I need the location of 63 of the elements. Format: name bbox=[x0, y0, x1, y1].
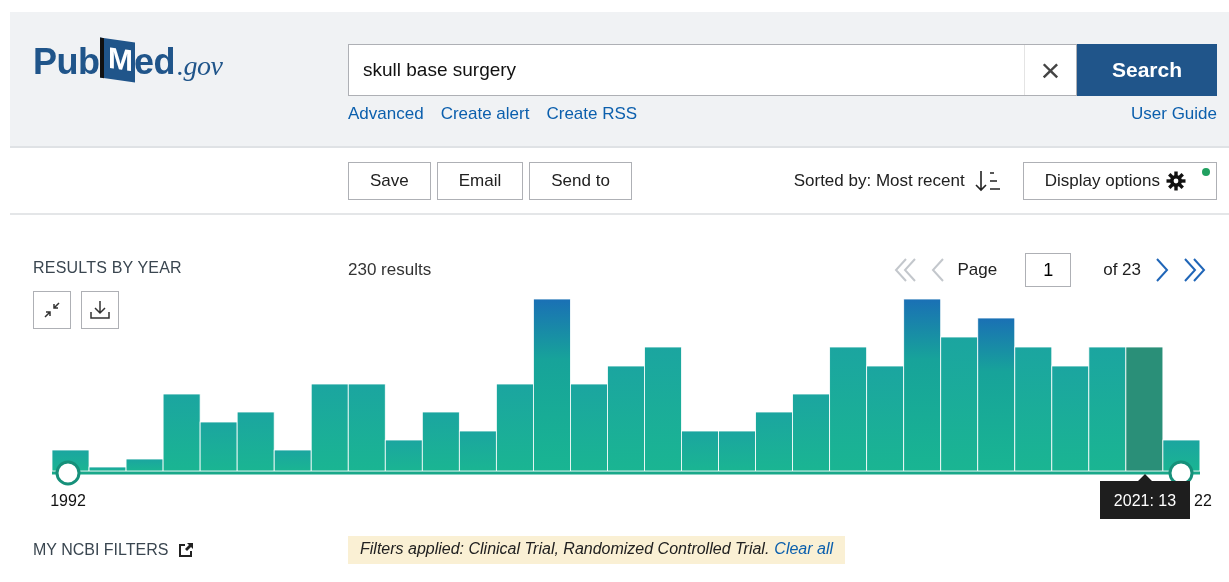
action-button[interactable]: Send to bbox=[529, 161, 632, 200]
display-options-button[interactable]: Display options bbox=[1022, 161, 1217, 200]
histogram-bar[interactable] bbox=[310, 383, 349, 472]
histogram-bar[interactable] bbox=[718, 430, 756, 472]
histogram-bar[interactable] bbox=[236, 411, 275, 472]
collapse-icon bbox=[42, 300, 62, 320]
histogram-bar[interactable] bbox=[903, 298, 942, 472]
histogram-bar[interactable] bbox=[570, 383, 608, 472]
slider-handle[interactable] bbox=[55, 460, 81, 486]
sort-icon[interactable] bbox=[974, 168, 1001, 193]
next-page-icon[interactable] bbox=[1155, 257, 1169, 283]
section-heading: MY NCBI FILTERS bbox=[33, 541, 169, 559]
histogram-bar[interactable] bbox=[273, 449, 312, 472]
action-button[interactable]: Email bbox=[436, 161, 524, 200]
user-guide-link[interactable]: User Guide bbox=[1131, 104, 1217, 124]
header-link[interactable]: Advanced bbox=[348, 104, 424, 124]
histogram-bar[interactable] bbox=[533, 298, 571, 472]
header-link[interactable]: Create RSS bbox=[546, 104, 638, 124]
filters-note: Filters applied: Clinical Trial, Randomized Controlled Trial. bbox=[360, 540, 770, 558]
histogram-bar[interactable] bbox=[1051, 365, 1090, 472]
action-button[interactable]: Save bbox=[348, 161, 431, 200]
histogram-bar[interactable] bbox=[755, 411, 793, 472]
histogram-bar[interactable] bbox=[125, 458, 164, 472]
external-link-icon[interactable] bbox=[178, 542, 195, 558]
search-button[interactable]: Search bbox=[1077, 44, 1217, 96]
histogram-bar[interactable] bbox=[607, 365, 645, 472]
histogram-bar[interactable] bbox=[384, 439, 423, 472]
histogram-bar[interactable] bbox=[866, 365, 905, 472]
histogram-bar[interactable] bbox=[977, 317, 1016, 472]
histogram-bar[interactable] bbox=[458, 430, 497, 472]
page-label: Page bbox=[957, 260, 998, 280]
gear-icon bbox=[1166, 170, 1186, 191]
histogram-bar[interactable] bbox=[681, 430, 719, 472]
results-count: 230 results bbox=[348, 260, 432, 280]
collapse-button[interactable] bbox=[33, 291, 71, 329]
page-input[interactable]: 1 bbox=[1025, 253, 1072, 287]
year-label: 22 bbox=[1194, 492, 1212, 509]
sort-label[interactable]: Sorted by: Most recent bbox=[793, 170, 965, 191]
histogram-bar[interactable] bbox=[1125, 346, 1164, 472]
clear-all-link[interactable]: Clear all bbox=[774, 540, 834, 558]
tooltip: 2021: 13 bbox=[1100, 474, 1190, 519]
histogram-bar[interactable] bbox=[792, 393, 831, 472]
pubmed-logo[interactable]: Pub M ed.gov bbox=[33, 40, 223, 80]
last-page-icon[interactable] bbox=[1183, 257, 1207, 283]
download-button[interactable] bbox=[81, 291, 119, 329]
histogram-bar[interactable] bbox=[829, 346, 868, 472]
histogram-bar[interactable] bbox=[88, 466, 127, 472]
section-heading: RESULTS BY YEAR bbox=[33, 259, 183, 278]
histogram-bar[interactable] bbox=[1088, 346, 1127, 472]
histogram-bar[interactable] bbox=[162, 393, 201, 472]
histogram-bar[interactable] bbox=[347, 383, 386, 472]
clear-button[interactable]: × bbox=[1024, 45, 1076, 95]
year-label: 1992 bbox=[50, 492, 86, 509]
histogram-bar[interactable] bbox=[421, 411, 460, 472]
header-link[interactable]: Create alert bbox=[440, 104, 530, 124]
search-field[interactable]: skull base surgery × bbox=[348, 44, 1077, 96]
histogram-bar[interactable] bbox=[199, 421, 238, 472]
histogram-bar[interactable] bbox=[644, 346, 682, 472]
histogram-bar[interactable] bbox=[1014, 346, 1053, 472]
page-total: of 23 bbox=[1103, 260, 1141, 280]
histogram-bar[interactable] bbox=[495, 383, 534, 472]
histogram-bar[interactable] bbox=[940, 336, 979, 472]
download-icon bbox=[89, 299, 111, 321]
